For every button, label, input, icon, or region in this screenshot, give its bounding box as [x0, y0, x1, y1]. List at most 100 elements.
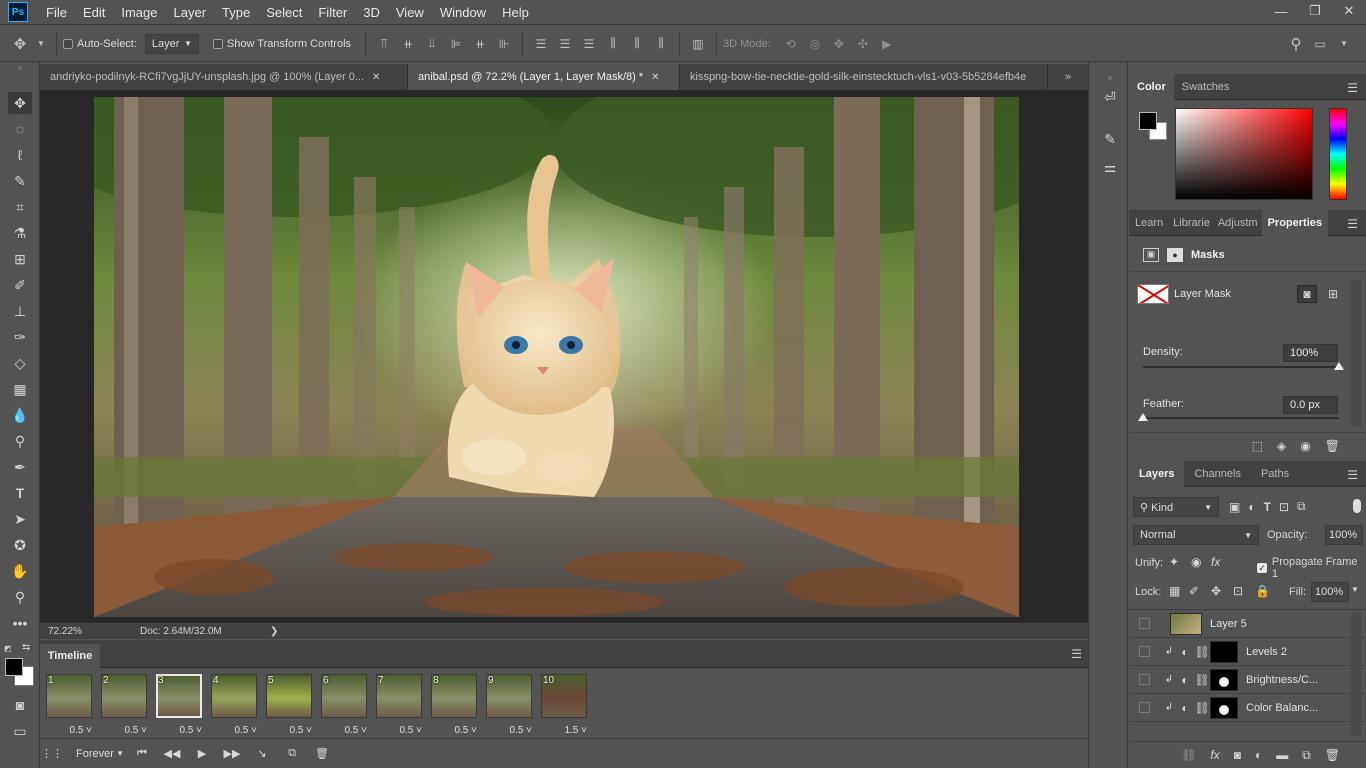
density-slider-knob[interactable]	[1334, 362, 1344, 370]
filter-smart-object-icon[interactable]: ⧉	[1297, 499, 1306, 514]
crop-tool-icon[interactable]: ⌗	[8, 196, 32, 218]
align-vcenter-icon[interactable]: ⧺	[399, 35, 417, 53]
distribute-hcenter-icon[interactable]: ⫼	[628, 35, 646, 53]
show-transform-checkbox[interactable]: Show Transform Controls	[212, 38, 351, 50]
convert-timeline-icon[interactable]: ⋮⋮	[40, 744, 64, 764]
swap-colors-icon[interactable]: ⇆	[22, 642, 30, 653]
color-field[interactable]	[1175, 108, 1313, 200]
menu-select[interactable]: Select	[258, 0, 310, 25]
timeline-menu-icon[interactable]: ☰	[1071, 647, 1082, 661]
layers-scrollbar[interactable]	[1351, 612, 1361, 736]
move-tool-icon[interactable]: ✥	[11, 35, 29, 53]
blur-tool-icon[interactable]: 💧	[8, 404, 32, 426]
tab-layers[interactable]: Layers	[1129, 461, 1185, 487]
restore-button[interactable]: ❐	[1298, 0, 1332, 22]
layer-row[interactable]: Layer 5	[1129, 610, 1366, 638]
tab-adjustments[interactable]: Adjustm	[1214, 210, 1262, 236]
menu-type[interactable]: Type	[214, 0, 258, 25]
menu-file[interactable]: File	[38, 0, 75, 25]
blend-mode-dropdown[interactable]: Normal ▼	[1133, 525, 1259, 545]
eyedropper-tool-icon[interactable]: ⚗	[8, 222, 32, 244]
eraser-tool-icon[interactable]: ◇	[8, 352, 32, 374]
tab-libraries[interactable]: Librarie	[1169, 210, 1214, 236]
zoom-tool-icon[interactable]: ⚲	[8, 586, 32, 608]
filter-type-icon[interactable]: T	[1264, 499, 1271, 514]
menu-3d[interactable]: 3D	[355, 0, 388, 25]
apply-mask-icon[interactable]: ◈	[1277, 439, 1286, 453]
close-icon[interactable]: ✕	[651, 72, 659, 83]
pixel-mask-icon[interactable]: ▣	[1143, 247, 1159, 262]
expand-panels-icon[interactable]: «	[1099, 66, 1121, 88]
layer-style-icon[interactable]: fx	[1210, 748, 1219, 762]
delete-mask-icon[interactable]: 🗑	[1325, 439, 1340, 453]
menu-image[interactable]: Image	[113, 0, 165, 25]
visibility-icon[interactable]: ◉	[1300, 439, 1310, 453]
auto-select-target-dropdown[interactable]: Layer ▼	[144, 33, 199, 54]
timeline-frame[interactable]: 3 0.5 ˅	[154, 672, 204, 738]
tween-icon[interactable]: ↘	[250, 744, 274, 764]
lock-all-icon[interactable]: 🔒	[1255, 584, 1270, 598]
hand-tool-icon[interactable]: ✋	[8, 560, 32, 582]
frame-delay[interactable]: 0.5 ˅	[344, 725, 367, 736]
search-icon[interactable]: ⚲	[1287, 35, 1305, 53]
feather-slider[interactable]	[1143, 417, 1339, 419]
layer-row[interactable]: ↲ ◐ ⛓ Brightness/C...	[1129, 666, 1366, 694]
brush-settings-panel-icon[interactable]: ✎	[1099, 128, 1121, 150]
align-right-icon[interactable]: ⊪	[495, 35, 513, 53]
timeline-frame[interactable]: 5 0.5 ˅	[264, 672, 314, 738]
timeline-frame[interactable]: 6 0.5 ˅	[319, 672, 369, 738]
layer-row[interactable]: ↲ ◐ ⛓ Levels 2	[1129, 638, 1366, 666]
filter-shape-icon[interactable]: ⊡	[1279, 499, 1289, 514]
timeline-frame[interactable]: 1 0.5 ˅	[44, 672, 94, 738]
first-frame-icon[interactable]: ⏮	[130, 744, 154, 764]
lasso-tool-icon[interactable]: ℓ	[8, 144, 32, 166]
foreground-color-swatch[interactable]	[5, 658, 23, 676]
screen-mode-icon[interactable]: ▭	[8, 720, 32, 742]
3d-slide-icon[interactable]: ✣	[854, 35, 872, 53]
menu-layer[interactable]: Layer	[166, 0, 215, 25]
frame-delay[interactable]: 0.5 ˅	[509, 725, 532, 736]
frame-delay[interactable]: 0.5 ˅	[69, 725, 92, 736]
3d-drag-icon[interactable]: ✥	[830, 35, 848, 53]
color-panel-menu-icon[interactable]: ☰	[1347, 81, 1358, 95]
density-slider[interactable]	[1143, 366, 1339, 368]
distribute-bottom-icon[interactable]: ☰	[580, 35, 598, 53]
document-canvas[interactable]	[94, 97, 1019, 617]
healing-brush-tool-icon[interactable]: ⊞	[8, 248, 32, 270]
filter-pixel-icon[interactable]: ▣	[1229, 499, 1240, 514]
move-tool-icon[interactable]: ✥	[8, 92, 32, 114]
propagate-frame-checkbox[interactable]: ✓ Propagate Frame 1	[1257, 556, 1366, 580]
frame-delay[interactable]: 0.5 ˅	[124, 725, 147, 736]
frame-delay[interactable]: 0.5 ˅	[454, 725, 477, 736]
marquee-tool-icon[interactable]: ◌	[8, 118, 32, 140]
history-panel-icon[interactable]: ⏎	[1099, 86, 1121, 108]
layer-mask-thumbnail[interactable]	[1137, 284, 1169, 304]
visibility-toggle[interactable]	[1139, 702, 1150, 713]
workspace-chevron-icon[interactable]: ▼	[1335, 35, 1353, 53]
play-icon[interactable]: ▶	[190, 744, 214, 764]
workspace-icon[interactable]: ▭	[1311, 35, 1329, 53]
auto-select-checkbox[interactable]: Auto-Select:	[63, 38, 137, 50]
gradient-tool-icon[interactable]: ▦	[8, 378, 32, 400]
frame-delay[interactable]: 0.5 ˅	[399, 725, 422, 736]
minimize-button[interactable]: —	[1264, 0, 1298, 22]
tabs-overflow-icon[interactable]: »	[1048, 64, 1088, 90]
frame-delay[interactable]: 0.5 ˅	[289, 725, 312, 736]
menu-view[interactable]: View	[388, 0, 432, 25]
align-left-icon[interactable]: ⊫	[447, 35, 465, 53]
distribute-right-icon[interactable]: ⫼	[652, 35, 670, 53]
3d-camera-icon[interactable]: ▶	[878, 35, 896, 53]
clone-stamp-tool-icon[interactable]: ⊥	[8, 300, 32, 322]
tab-learn[interactable]: Learn	[1129, 210, 1169, 236]
lock-artboard-icon[interactable]: ⊡	[1233, 584, 1243, 598]
menu-help[interactable]: Help	[494, 0, 537, 25]
3d-rotate-icon[interactable]: ⟲	[782, 35, 800, 53]
lock-transparent-icon[interactable]: ▦	[1169, 584, 1180, 598]
align-bottom-icon[interactable]: ⫫	[423, 35, 441, 53]
tab-document-1[interactable]: andriyko-podilnyk-RCfi7vgJjUY-unsplash.j…	[40, 64, 408, 90]
visibility-toggle[interactable]	[1139, 674, 1150, 685]
auto-align-icon[interactable]: ▥	[689, 35, 707, 53]
tab-timeline[interactable]: Timeline	[40, 644, 100, 668]
chevron-down-icon[interactable]: ▼	[32, 35, 50, 53]
layer-filter-dropdown[interactable]: ⚲ Kind ▼	[1133, 497, 1219, 517]
